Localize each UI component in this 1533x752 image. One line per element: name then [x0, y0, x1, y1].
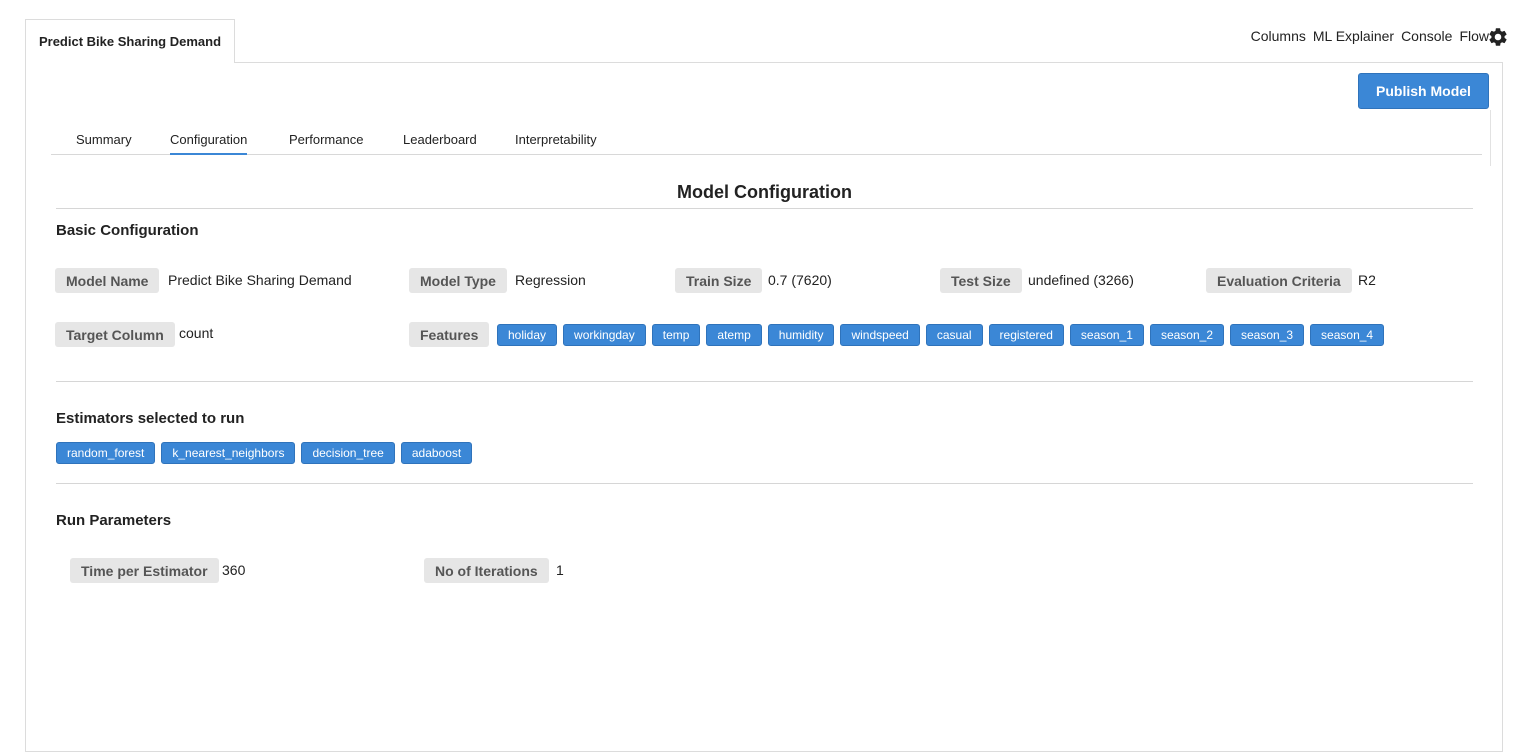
top-bar: Predict Bike Sharing Demand Columns ML E… [0, 0, 1533, 64]
time-per-estimator-label: Time per Estimator [70, 558, 219, 583]
section-title-run-parameters: Run Parameters [56, 512, 172, 529]
iterations-label: No of Iterations [424, 558, 549, 583]
model-type-label: Model Type [409, 268, 507, 293]
tab-performance[interactable]: Performance [289, 132, 363, 153]
tab-summary[interactable]: Summary [76, 132, 132, 153]
evaluation-criteria-value: R2 [1358, 272, 1376, 288]
estimator-chip: decision_tree [301, 442, 395, 464]
time-per-estimator-value: 360 [222, 562, 246, 578]
estimator-chip: k_nearest_neighbors [161, 442, 296, 464]
iterations-value: 1 [556, 562, 564, 578]
feature-chip: windspeed [840, 324, 920, 346]
nav-link-console[interactable]: Console [1401, 28, 1452, 44]
feature-chip: registered [988, 324, 1064, 346]
feature-chip: season_4 [1310, 324, 1385, 346]
tab-interpretability[interactable]: Interpretability [515, 132, 597, 153]
nav-link-ml-explainer[interactable]: ML Explainer [1313, 28, 1394, 44]
feature-chip: workingday [563, 324, 646, 346]
model-name-value: Predict Bike Sharing Demand [168, 272, 352, 288]
tab-leaderboard[interactable]: Leaderboard [403, 132, 477, 153]
document-tab[interactable]: Predict Bike Sharing Demand [25, 19, 235, 63]
model-name-label: Model Name [55, 268, 160, 293]
divider [56, 381, 1473, 382]
page-title: Model Configuration [677, 182, 852, 202]
target-column-label: Target Column [55, 322, 175, 347]
nav-link-columns[interactable]: Columns [1251, 28, 1306, 44]
target-column-value: count [179, 325, 214, 341]
divider [56, 483, 1473, 484]
top-nav-links: Columns ML Explainer Console Flow [1244, 28, 1489, 44]
evaluation-criteria-label: Evaluation Criteria [1206, 268, 1352, 293]
divider [1490, 110, 1491, 166]
feature-chip: holiday [497, 324, 558, 346]
feature-chip: atemp [706, 324, 762, 346]
estimator-chip: adaboost [400, 442, 473, 464]
features-list: holiday workingday temp atemp humidity w… [497, 324, 1390, 346]
feature-chip: humidity [767, 324, 835, 346]
divider [56, 208, 1473, 209]
section-title-estimators: Estimators selected to run [56, 410, 245, 427]
main-panel [25, 62, 1503, 752]
publish-model-button[interactable]: Publish Model [1358, 73, 1489, 109]
feature-chip: casual [925, 324, 983, 346]
features-label: Features [409, 322, 490, 347]
tab-bar: Summary Configuration Performance Leader… [51, 128, 1482, 155]
feature-chip: temp [651, 324, 701, 346]
tab-configuration[interactable]: Configuration [170, 132, 248, 155]
feature-chip: season_3 [1230, 324, 1305, 346]
train-size-value: 0.7 (7620) [768, 272, 832, 288]
model-type-value: Regression [515, 272, 586, 288]
test-size-value: undefined (3266) [1028, 272, 1134, 288]
feature-chip: season_2 [1149, 324, 1224, 346]
train-size-label: Train Size [675, 268, 763, 293]
nav-link-flow[interactable]: Flow [1459, 28, 1489, 44]
test-size-label: Test Size [940, 268, 1022, 293]
section-title-basic: Basic Configuration [56, 222, 199, 239]
estimator-chip: random_forest [56, 442, 156, 464]
estimators-list: random_forest k_nearest_neighbors decisi… [56, 442, 478, 464]
gear-icon[interactable] [1487, 26, 1509, 48]
feature-chip: season_1 [1069, 324, 1144, 346]
